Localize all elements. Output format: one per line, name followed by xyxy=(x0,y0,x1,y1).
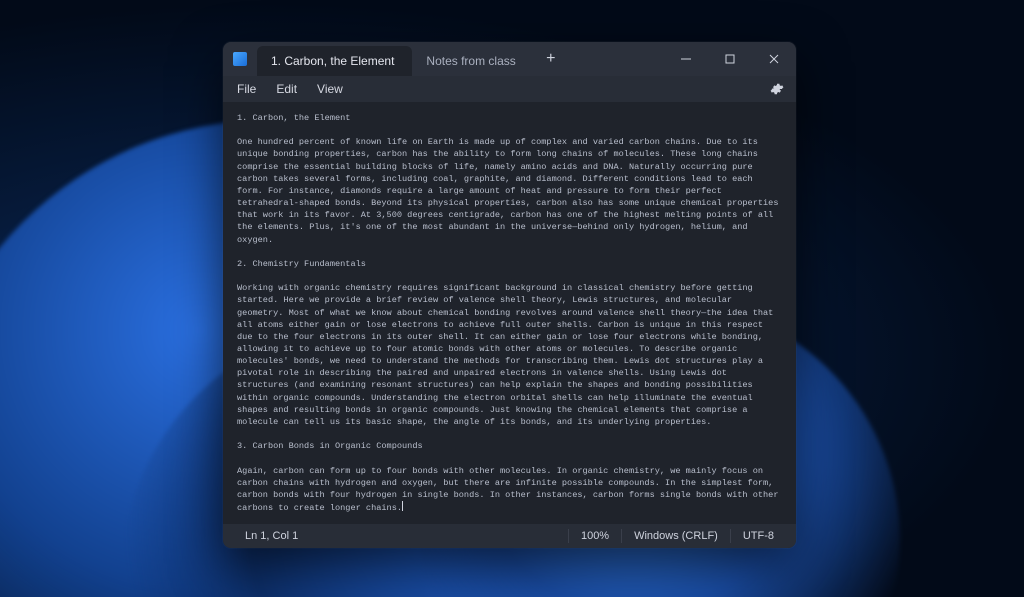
status-position[interactable]: Ln 1, Col 1 xyxy=(233,524,310,548)
status-zoom[interactable]: 100% xyxy=(569,524,621,548)
minimize-button[interactable] xyxy=(664,42,708,76)
app-icon xyxy=(223,42,257,76)
new-tab-button[interactable]: + xyxy=(534,42,568,76)
gear-icon xyxy=(770,82,784,96)
paragraph: One hundred percent of known life on Ear… xyxy=(237,137,784,244)
menubar: File Edit View xyxy=(223,76,796,102)
titlebar-drag-region[interactable] xyxy=(568,42,664,76)
tab-active[interactable]: 1. Carbon, the Element xyxy=(257,46,412,76)
status-line-endings[interactable]: Windows (CRLF) xyxy=(622,524,730,548)
menu-edit[interactable]: Edit xyxy=(266,79,307,99)
minimize-icon xyxy=(681,54,691,64)
close-icon xyxy=(769,54,779,64)
tab-strip: 1. Carbon, the Element Notes from class xyxy=(257,42,534,76)
paragraph: Again, carbon can form up to four bonds … xyxy=(237,466,784,513)
paragraph: Working with organic chemistry requires … xyxy=(237,283,779,427)
status-bar: Ln 1, Col 1 100% Windows (CRLF) UTF-8 xyxy=(223,524,796,548)
text-cursor xyxy=(402,501,403,511)
plus-icon: + xyxy=(546,50,555,68)
titlebar[interactable]: 1. Carbon, the Element Notes from class … xyxy=(223,42,796,76)
heading: 1. Carbon, the Element xyxy=(237,113,350,123)
menu-view[interactable]: View xyxy=(307,79,353,99)
close-button[interactable] xyxy=(752,42,796,76)
tab-label: 1. Carbon, the Element xyxy=(271,54,394,68)
status-encoding[interactable]: UTF-8 xyxy=(731,524,786,548)
maximize-button[interactable] xyxy=(708,42,752,76)
tab-inactive[interactable]: Notes from class xyxy=(412,46,533,76)
document-content: 1. Carbon, the Element One hundred perce… xyxy=(237,112,782,514)
text-editor[interactable]: 1. Carbon, the Element One hundred perce… xyxy=(223,102,796,524)
tab-label: Notes from class xyxy=(426,54,515,68)
settings-button[interactable] xyxy=(764,76,790,102)
maximize-icon xyxy=(725,54,735,64)
heading: 3. Carbon Bonds in Organic Compounds xyxy=(237,441,423,451)
heading: 2. Chemistry Fundamentals xyxy=(237,259,366,269)
menu-file[interactable]: File xyxy=(227,79,266,99)
notepad-window: 1. Carbon, the Element Notes from class … xyxy=(223,42,796,548)
